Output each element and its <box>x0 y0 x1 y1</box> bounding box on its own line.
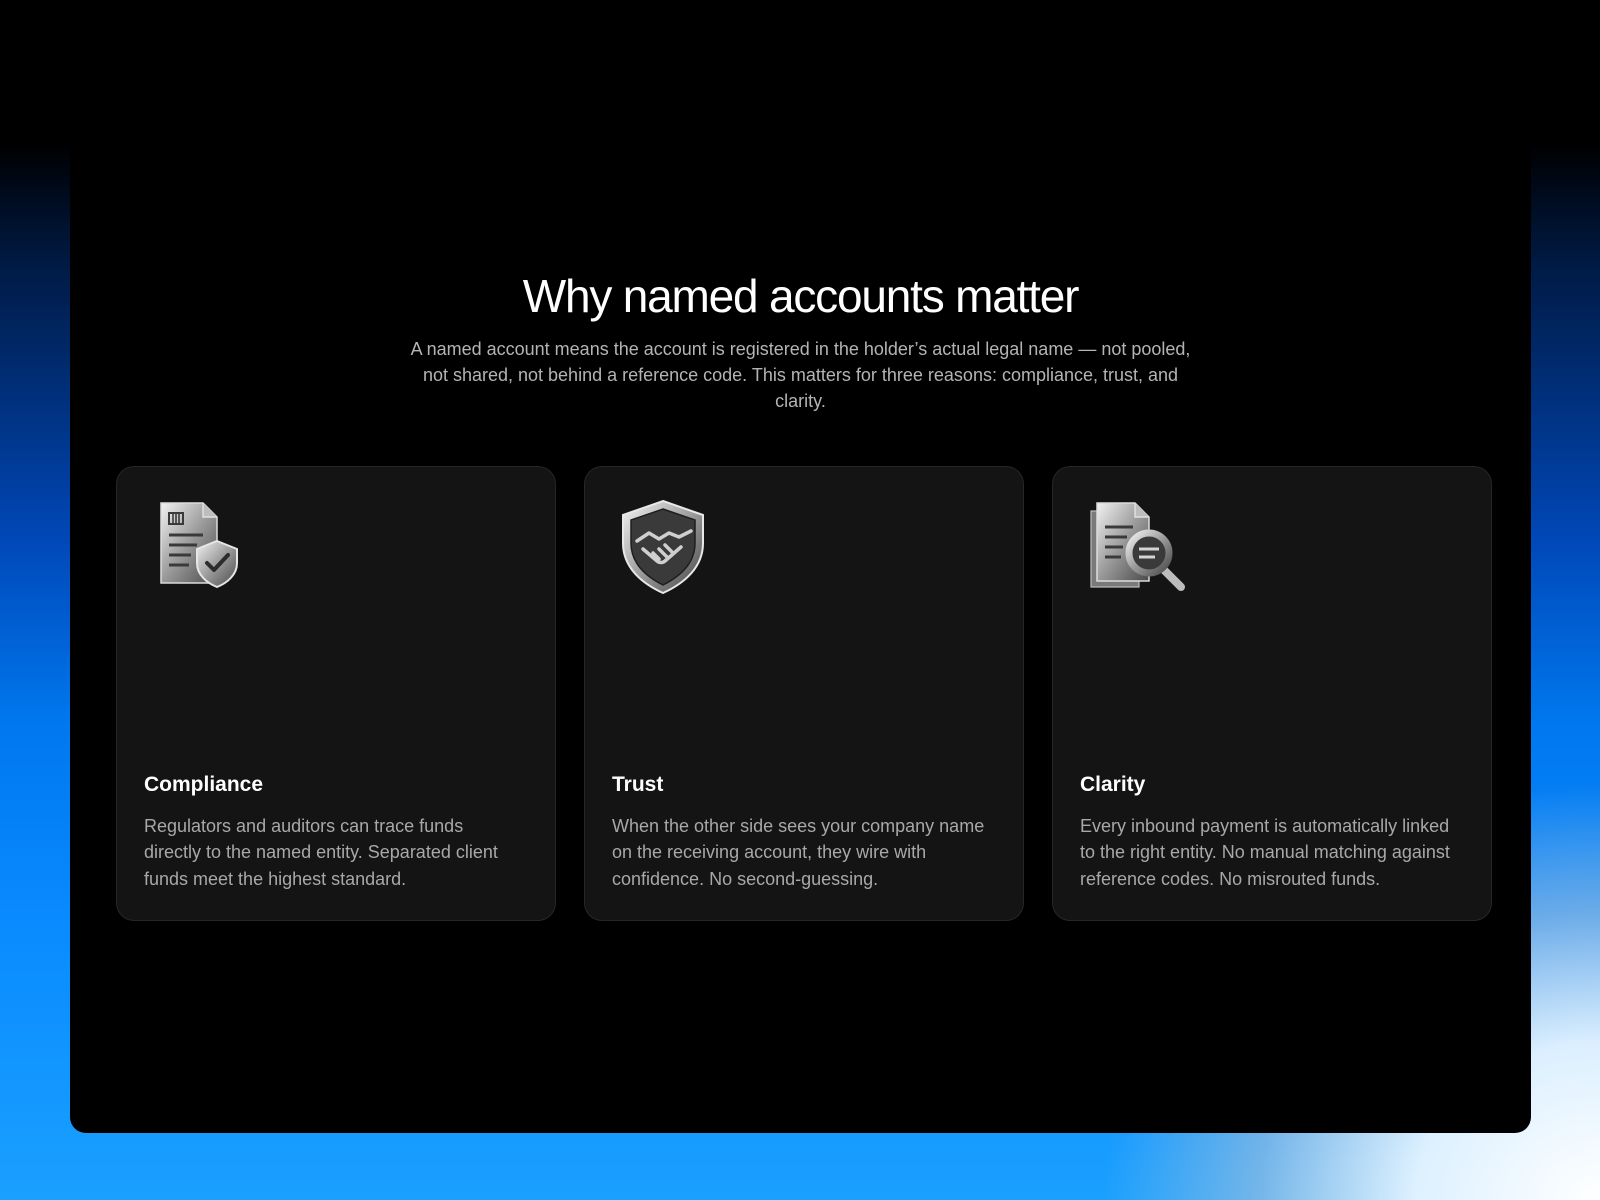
section-header: Why named accounts matter A named accoun… <box>70 268 1531 414</box>
card-row: Compliance Regulators and auditors can t… <box>116 466 1492 921</box>
handshake-shield-icon <box>619 497 719 597</box>
document-magnifier-icon <box>1087 497 1187 597</box>
card-body: Compliance Regulators and auditors can t… <box>144 771 525 893</box>
card-compliance: Compliance Regulators and auditors can t… <box>116 466 556 921</box>
card-body: Trust When the other side sees your comp… <box>612 771 993 893</box>
card-title: Clarity <box>1080 772 1146 796</box>
section-subtitle: A named account means the account is reg… <box>410 339 1191 411</box>
document-shield-icon <box>151 497 251 597</box>
card-description: When the other side sees your company na… <box>612 815 985 889</box>
card-trust: Trust When the other side sees your comp… <box>584 466 1024 921</box>
card-description: Regulators and auditors can trace funds … <box>144 815 498 889</box>
card-title: Trust <box>612 772 664 796</box>
card-description: Every inbound payment is automatically l… <box>1080 815 1450 889</box>
card-title: Compliance <box>144 772 264 796</box>
main-panel: Why named accounts matter A named accoun… <box>70 0 1531 1133</box>
section-title: Why named accounts matter <box>522 270 1080 322</box>
card-clarity: Clarity Every inbound payment is automat… <box>1052 466 1492 921</box>
card-body: Clarity Every inbound payment is automat… <box>1080 771 1461 893</box>
